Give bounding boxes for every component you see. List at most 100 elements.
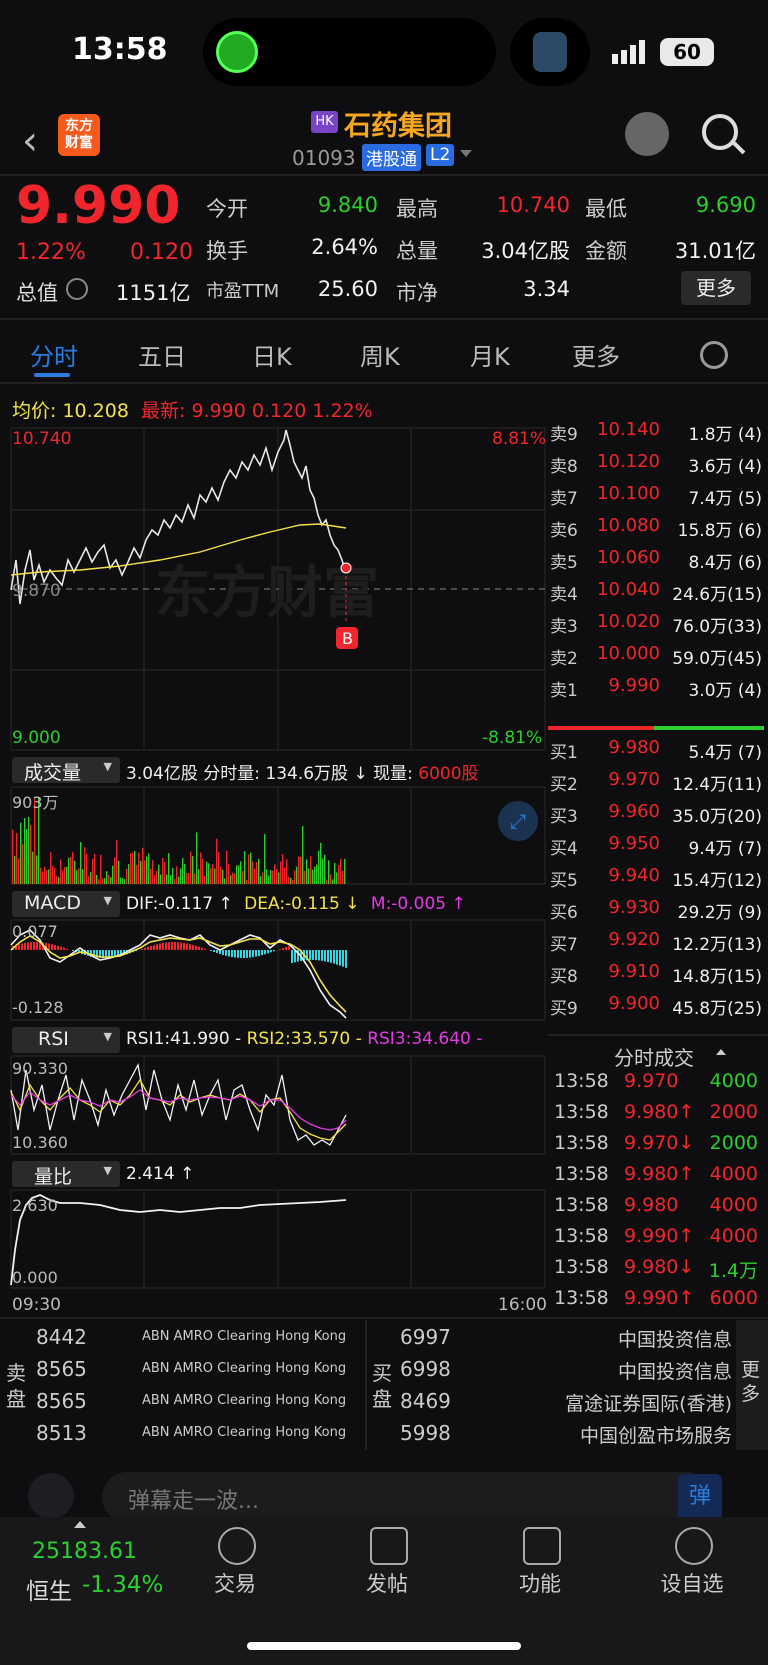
- volume-bar: [260, 876, 262, 884]
- broker-more-button[interactable]: 更多: [736, 1320, 768, 1450]
- macd-bar: [240, 950, 242, 958]
- chevron-up-icon[interactable]: [716, 1049, 726, 1055]
- volume-bar: [336, 872, 338, 884]
- rsi-selector[interactable]: RSI ▼: [12, 1027, 120, 1053]
- ask-row[interactable]: 卖9 10.140 1.8万 (4): [548, 416, 768, 446]
- sell-broker-row[interactable]: 8513 ABN AMRO Clearing Hong Kong: [36, 1418, 366, 1448]
- level-label: 买2: [550, 775, 578, 795]
- sell-broker-row[interactable]: 8565 ABN AMRO Clearing Hong Kong: [36, 1386, 366, 1416]
- volume-grid: [10, 786, 546, 885]
- tick-time: 13:58: [554, 1070, 609, 1092]
- bid-row[interactable]: 买8 9.910 14.8万(15): [548, 958, 768, 988]
- bid-row[interactable]: 买4 9.950 9.4万 (7): [548, 830, 768, 860]
- chevron-down-icon: ▼: [103, 760, 112, 773]
- volume-bar: [78, 868, 80, 884]
- ticks-title[interactable]: 分时成交: [614, 1042, 694, 1071]
- amount-value: 31.01亿: [674, 239, 756, 263]
- ask-row[interactable]: 卖4 10.040 24.6万(15): [548, 576, 768, 606]
- level-label: 卖8: [550, 457, 578, 477]
- volume-bar: [68, 857, 70, 884]
- ask-row[interactable]: 卖3 10.020 76.0万(33): [548, 608, 768, 638]
- volume-bar: [126, 868, 128, 884]
- macd-bar: [198, 946, 200, 950]
- level-label: 买6: [550, 903, 578, 923]
- danmu-placeholder: 弹幕走一波...: [128, 1489, 259, 1514]
- danmu-settings-icon[interactable]: [28, 1473, 74, 1519]
- functions-grid-icon[interactable]: [523, 1527, 561, 1565]
- tick-price: 9.970: [624, 1070, 679, 1092]
- more-dots-icon[interactable]: [675, 1527, 713, 1565]
- buy-broker-row[interactable]: 5998 中国创盈市场服务: [400, 1418, 732, 1448]
- volume-bar: [232, 872, 234, 884]
- volume-bar: [142, 847, 144, 884]
- index-value[interactable]: 25183.61: [32, 1539, 137, 1564]
- nav-post[interactable]: 发帖: [337, 1568, 437, 1598]
- level-label: 买8: [550, 967, 578, 987]
- bid-row[interactable]: 买2 9.970 12.4万(11): [548, 766, 768, 796]
- macd-bar: [333, 950, 335, 964]
- ask-row[interactable]: 卖1 9.990 3.0万 (4): [548, 672, 768, 702]
- macd-bar: [213, 950, 215, 953]
- sell-broker-row[interactable]: 8442 ABN AMRO Clearing Hong Kong: [36, 1322, 366, 1352]
- macd-bar: [285, 946, 287, 950]
- index-percent[interactable]: -1.34%: [82, 1572, 163, 1598]
- chevron-up-icon[interactable]: [74, 1521, 86, 1528]
- nav-functions[interactable]: 功能: [490, 1568, 590, 1598]
- ask-row[interactable]: 卖2 10.000 59.0万(45): [548, 640, 768, 670]
- broker-id: 6998: [400, 1357, 451, 1381]
- volume-bar: [22, 844, 24, 884]
- volume-bar: [194, 873, 196, 884]
- post-edit-icon[interactable]: [370, 1527, 408, 1565]
- index-name[interactable]: 恒生: [26, 1572, 72, 1606]
- macd-bar: [174, 942, 176, 950]
- expand-icon[interactable]: ⤢: [498, 801, 538, 841]
- ask-row[interactable]: 卖7 10.100 7.4万 (5): [548, 480, 768, 510]
- volume-bar: [208, 863, 210, 884]
- tick-volume: 6000: [709, 1287, 758, 1309]
- level-label: 卖2: [550, 649, 578, 669]
- tab-more[interactable]: 更多: [572, 337, 620, 372]
- bid-row[interactable]: 买5 9.940 15.4万(12): [548, 862, 768, 892]
- bid-bar: [654, 726, 764, 730]
- volume-bar: [334, 863, 336, 884]
- volume-bar: [244, 851, 246, 884]
- settings-gear-icon[interactable]: [700, 341, 728, 369]
- nav-trade[interactable]: 交易: [185, 1568, 285, 1598]
- volume-ratio-selector[interactable]: 量比 ▼: [12, 1161, 120, 1188]
- level-price: 10.140: [597, 419, 660, 440]
- robot-assistant-icon[interactable]: [625, 112, 669, 156]
- time-axis-end: 16:00: [498, 1295, 547, 1315]
- time-axis-start: 09:30: [12, 1295, 61, 1315]
- sell-broker-row[interactable]: 8565 ABN AMRO Clearing Hong Kong: [36, 1354, 366, 1384]
- bid-row[interactable]: 买1 9.980 5.4万 (7): [548, 734, 768, 764]
- bid-row[interactable]: 买7 9.920 12.2万(13): [548, 926, 768, 956]
- danmu-send-button[interactable]: 弹: [678, 1474, 722, 1520]
- bid-row[interactable]: 买9 9.900 45.8万(25): [548, 990, 768, 1020]
- macd-bar: [234, 950, 236, 958]
- tick-time: 13:58: [554, 1132, 609, 1154]
- buy-broker-row[interactable]: 8469 富途证券国际(香港): [400, 1386, 732, 1416]
- level-label: 卖4: [550, 585, 578, 605]
- volume-bar: [72, 852, 74, 884]
- volume-selector[interactable]: 成交量 ▼: [12, 757, 120, 784]
- m-value: M:-0.005 ↑: [370, 894, 466, 914]
- macd-selector[interactable]: MACD ▼: [12, 891, 120, 917]
- ask-row[interactable]: 卖8 10.120 3.6万 (4): [548, 448, 768, 478]
- macd-bar: [57, 945, 59, 950]
- low-label: 最低: [585, 197, 627, 221]
- ask-row[interactable]: 卖5 10.060 8.4万 (6): [548, 544, 768, 574]
- ask-row[interactable]: 卖6 10.080 15.8万 (6): [548, 512, 768, 542]
- volume-bar: [56, 875, 58, 884]
- level-label: 卖5: [550, 553, 578, 573]
- bid-row[interactable]: 买3 9.960 35.0万(20): [548, 798, 768, 828]
- volume-bar: [198, 869, 200, 884]
- bid-row[interactable]: 买6 9.930 29.2万 (9): [548, 894, 768, 924]
- home-indicator[interactable]: [247, 1642, 521, 1650]
- trade-yen-icon[interactable]: [218, 1527, 256, 1565]
- nav-add-watchlist[interactable]: 设自选: [642, 1568, 742, 1598]
- more-button[interactable]: 更多: [681, 271, 751, 305]
- intraday-chart[interactable]: 东方财富 B: [0, 0, 548, 1320]
- volume-bar: [230, 875, 232, 884]
- buy-broker-row[interactable]: 6997 中国投资信息: [400, 1322, 732, 1352]
- buy-broker-row[interactable]: 6998 中国投资信息: [400, 1354, 732, 1384]
